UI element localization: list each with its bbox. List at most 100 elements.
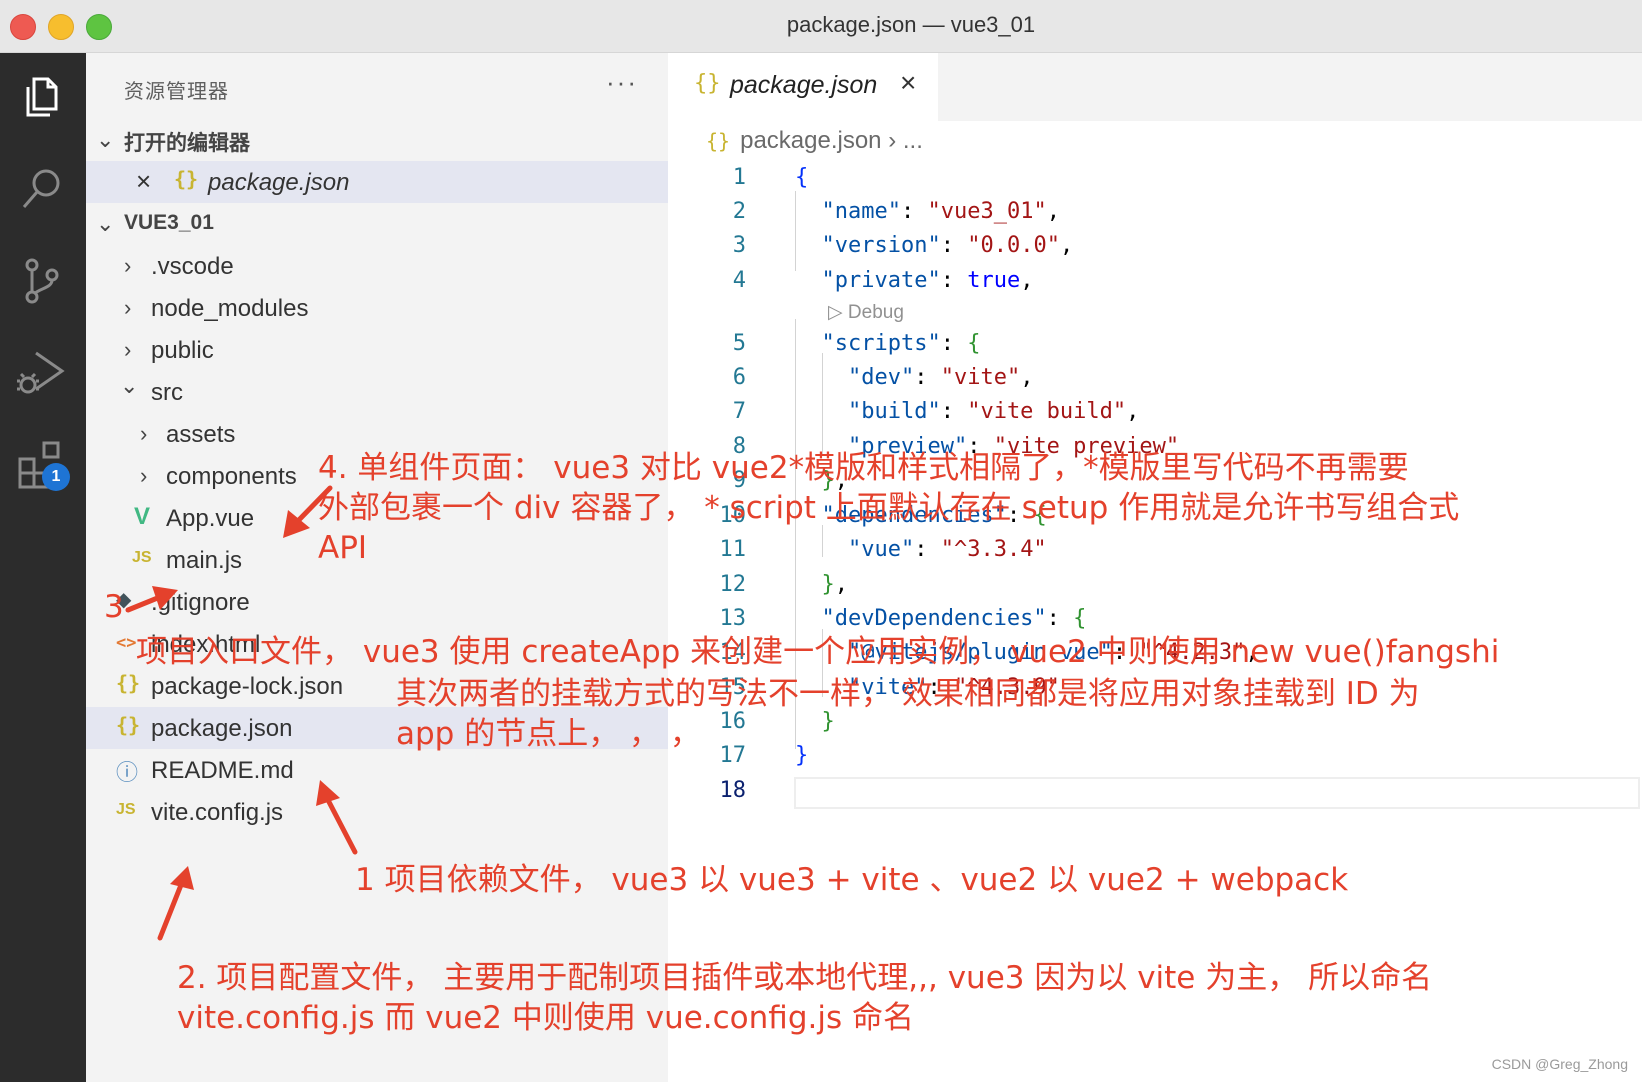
tree-item-label: src	[151, 379, 183, 406]
line-number: 17	[719, 743, 747, 768]
extensions-badge: 1	[42, 463, 70, 491]
annotation-3-line-1: 项目入口文件， vue3 使用 createApp 来创建一个应用实例， vue…	[136, 634, 1500, 670]
breadcrumb-rest[interactable]: ...	[903, 127, 923, 154]
watermark: CSDN @Greg_Zhong	[1491, 1056, 1628, 1072]
json-file-icon: {}	[174, 167, 199, 191]
tree-item-label: main.js	[166, 547, 243, 574]
tab-label: package.json	[730, 71, 878, 99]
annotation-2-line-2: vite.config.js 而 vue2 中则使用 vue.config.js…	[177, 1000, 914, 1036]
chevron-down-icon: ⌄	[96, 127, 115, 152]
code-line: }	[795, 743, 809, 768]
line-number: 4	[732, 268, 746, 293]
tree-item-label: .vscode	[151, 253, 234, 280]
annotation-3-line-3: app 的节点上， ， ，	[396, 716, 701, 752]
line-number: 1	[732, 165, 746, 190]
tree-item-main-js[interactable]: JS main.js	[86, 539, 668, 581]
run-debug-icon[interactable]	[14, 345, 70, 401]
code-line: "build": "vite build",	[847, 399, 1140, 424]
explorer-title: 资源管理器	[124, 81, 229, 103]
tree-item-label: .gitignore	[151, 589, 250, 616]
code-line: },	[821, 572, 849, 597]
js-file-icon: JS	[132, 549, 152, 566]
explorer-sidebar: 资源管理器 ··· ⌄ 打开的编辑器 × {} package.json ⌄ V…	[86, 53, 668, 1082]
breadcrumb-file[interactable]: package.json	[740, 127, 881, 154]
tree-item-public[interactable]: › public	[86, 329, 668, 371]
chevron-down-icon: ⌄	[120, 373, 139, 398]
tree-item-label: README.md	[151, 757, 294, 784]
open-editor-label: package.json	[208, 169, 350, 196]
chevron-right-icon: ›	[140, 421, 148, 446]
code-line: "vue": "^3.3.4"	[847, 537, 1047, 562]
project-header[interactable]: ⌄ VUE3_01	[86, 203, 668, 245]
tree-item-label: package.json	[151, 715, 293, 742]
current-line-highlight	[794, 777, 1640, 809]
annotation-3-number: 3	[104, 589, 124, 625]
json-file-icon: {}	[116, 713, 141, 737]
annotation-2-line-1: 2. 项目配置文件， 主要用于配制项目插件或本地代理,,, vue3 因为以 v…	[177, 960, 1433, 996]
open-editors-header[interactable]: ⌄ 打开的编辑器	[86, 119, 668, 161]
chevron-right-icon: ›	[140, 463, 148, 488]
js-file-icon: JS	[116, 801, 136, 818]
annotation-1: 1 项目依赖文件， vue3 以 vue3 + vite 、vue2 以 vue…	[355, 862, 1349, 898]
explorer-icon[interactable]	[14, 69, 70, 125]
breadcrumb-separator: ›	[888, 127, 897, 154]
line-number: 12	[719, 572, 747, 597]
search-icon[interactable]	[14, 161, 70, 217]
close-editor-icon[interactable]: ×	[136, 166, 151, 197]
annotation-4-line-2: 外部包裹一个 div 容器了， * script 上面默认存在 setup 作用…	[318, 490, 1460, 526]
tree-item-src[interactable]: ⌄ src	[86, 371, 668, 413]
chevron-down-icon: ⌄	[96, 211, 115, 236]
annotation-4-line-3: API	[318, 530, 368, 566]
tree-item-label: vite.config.js	[151, 799, 284, 826]
play-icon: ▷	[828, 302, 843, 323]
vue-file-icon: V	[134, 503, 151, 530]
debug-codelens[interactable]: ▷ Debug	[828, 301, 904, 324]
code-line: "name": "vue3_01",	[821, 199, 1060, 224]
code-line: "version": "0.0.0",	[821, 233, 1074, 258]
activity-bar: 1	[0, 53, 86, 1082]
code-line: "scripts": {	[821, 331, 981, 356]
line-number: 3	[732, 233, 746, 258]
more-actions-icon[interactable]: ···	[606, 67, 638, 98]
tree-item-label: node_modules	[151, 295, 309, 322]
breadcrumb: {} package.json › ...	[706, 127, 923, 155]
json-file-icon: {}	[116, 671, 141, 695]
tab-package-json[interactable]: {} package.json ×	[668, 53, 938, 121]
code-line: "dev": "vite",	[847, 365, 1034, 390]
title-bar: package.json — vue3_01	[0, 0, 1642, 53]
project-label: VUE3_01	[124, 211, 214, 234]
code-line: "private": true,	[821, 268, 1034, 293]
tree-item-label: components	[166, 463, 297, 490]
tree-item-node-modules[interactable]: › node_modules	[86, 287, 668, 329]
editor-area: {} package.json × {} package.json › ... 1…	[668, 53, 1642, 1082]
tree-item-vite-config[interactable]: JS vite.config.js	[86, 791, 668, 833]
line-number: 18	[719, 778, 747, 803]
code-line: {	[795, 165, 809, 190]
line-number: 5	[732, 331, 746, 356]
tree-item-readme[interactable]: ⓘ README.md	[86, 749, 668, 791]
annotation-3-line-2: 其次两者的挂载方式的写法不一样， 效果相同都是将应用对象挂载到 ID 为	[396, 676, 1420, 712]
json-file-icon: {}	[694, 71, 721, 96]
info-file-icon: ⓘ	[116, 760, 139, 785]
tree-item-label: package-lock.json	[151, 673, 344, 700]
tree-item-vscode[interactable]: › .vscode	[86, 245, 668, 287]
html-file-icon: <>	[116, 633, 137, 653]
annotation-4-line-1: 4. 单组件页面： vue3 对比 vue2*模版和样式相隔了，*模版里写代码不…	[318, 450, 1409, 486]
code-line: "devDependencies": {	[821, 606, 1087, 631]
close-tab-icon[interactable]: ×	[900, 67, 916, 99]
tab-strip: {} package.json ×	[668, 53, 1642, 121]
tree-item-label: public	[151, 337, 214, 364]
line-number: 7	[732, 399, 746, 424]
line-number: 6	[732, 365, 746, 390]
tree-item-label: assets	[166, 421, 236, 448]
open-editors-label: 打开的编辑器	[124, 132, 250, 155]
open-editor-item[interactable]: × {} package.json	[86, 161, 668, 203]
chevron-right-icon: ›	[124, 295, 132, 320]
tree-item-label: App.vue	[166, 505, 255, 532]
line-number: 2	[732, 199, 746, 224]
window-title: package.json — vue3_01	[786, 12, 1036, 37]
chevron-right-icon: ›	[124, 253, 132, 278]
tree-item-gitignore[interactable]: ◆ .gitignore	[86, 581, 668, 623]
chevron-right-icon: ›	[124, 337, 132, 362]
source-control-icon[interactable]	[14, 253, 70, 309]
